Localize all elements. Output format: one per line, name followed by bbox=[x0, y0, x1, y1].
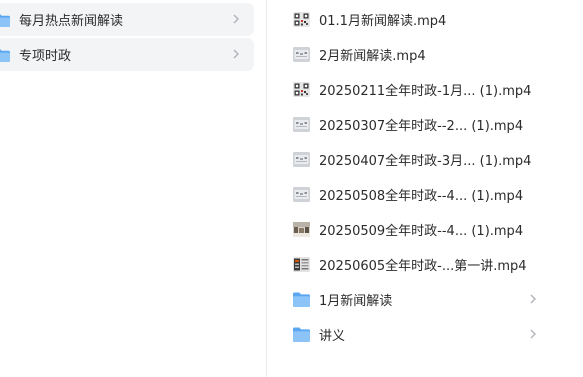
video-thumbnail-icon bbox=[293, 117, 310, 132]
folder-icon bbox=[0, 14, 10, 27]
video-thumbnail-icon bbox=[293, 257, 310, 272]
file-name: 20250407全年时政-3月... (1).mp4 bbox=[319, 154, 532, 169]
file-name: 20250605全年时政-...第一讲.mp4 bbox=[319, 259, 527, 274]
folder-name: 1月新闻解读 bbox=[319, 294, 393, 309]
list-item-video[interactable]: 20250509全年时政--4... (1).mp4 bbox=[267, 212, 567, 247]
list-item-video[interactable]: 20250211全年时政-1月... (1).mp4 bbox=[267, 72, 567, 107]
chevron-right-icon bbox=[529, 328, 537, 340]
list-item-folder[interactable]: 讲义 bbox=[267, 317, 567, 352]
file-name: 20250508全年时政--4... (1).mp4 bbox=[319, 189, 524, 204]
folder-icon bbox=[0, 49, 10, 62]
right-file-list: 01.1月新闻解读.mp4 2月新闻解读.mp4 20250211全年时政-1月… bbox=[267, 0, 567, 377]
folder-icon bbox=[293, 292, 310, 307]
left-folder-label: 专项时政 bbox=[19, 49, 72, 64]
file-name: 20250509全年时政--4... (1).mp4 bbox=[319, 224, 524, 239]
list-item-video[interactable]: 01.1月新闻解读.mp4 bbox=[267, 2, 567, 37]
list-item-video[interactable]: 20250605全年时政-...第一讲.mp4 bbox=[267, 247, 567, 282]
file-name: 20250211全年时政-1月... (1).mp4 bbox=[319, 84, 532, 99]
video-thumbnail-icon bbox=[293, 222, 310, 237]
scrollbar-gutter bbox=[567, 0, 583, 377]
video-thumbnail-icon bbox=[293, 12, 310, 27]
chevron-right-icon bbox=[232, 48, 240, 60]
video-thumbnail-icon bbox=[293, 152, 310, 167]
left-folder-special-politics[interactable]: 专项时政 bbox=[0, 38, 254, 71]
chevron-right-icon bbox=[232, 13, 240, 25]
list-item-video[interactable]: 2月新闻解读.mp4 bbox=[267, 37, 567, 72]
file-name: 20250307全年时政--2... (1).mp4 bbox=[319, 119, 524, 134]
folder-icon bbox=[293, 327, 310, 342]
folder-name: 讲义 bbox=[319, 329, 346, 344]
list-item-video[interactable]: 20250407全年时政-3月... (1).mp4 bbox=[267, 142, 567, 177]
list-item-video[interactable]: 20250307全年时政--2... (1).mp4 bbox=[267, 107, 567, 142]
left-folder-monthly-news[interactable]: 每月热点新闻解读 bbox=[0, 3, 254, 36]
video-thumbnail-icon bbox=[293, 82, 310, 97]
chevron-right-icon bbox=[529, 293, 537, 305]
video-thumbnail-icon bbox=[293, 187, 310, 202]
left-folder-label: 每月热点新闻解读 bbox=[19, 14, 124, 29]
list-item-folder[interactable]: 1月新闻解读 bbox=[267, 282, 567, 317]
file-name: 01.1月新闻解读.mp4 bbox=[319, 14, 447, 29]
list-item-video[interactable]: 20250508全年时政--4... (1).mp4 bbox=[267, 177, 567, 212]
video-thumbnail-icon bbox=[293, 47, 310, 62]
left-folder-pane: 每月热点新闻解读 专项时政 bbox=[0, 0, 266, 377]
file-name: 2月新闻解读.mp4 bbox=[319, 49, 426, 64]
file-browser: 每月热点新闻解读 专项时政 01.1月新闻解读.mp4 2月新闻解读.mp4 2… bbox=[0, 0, 583, 377]
